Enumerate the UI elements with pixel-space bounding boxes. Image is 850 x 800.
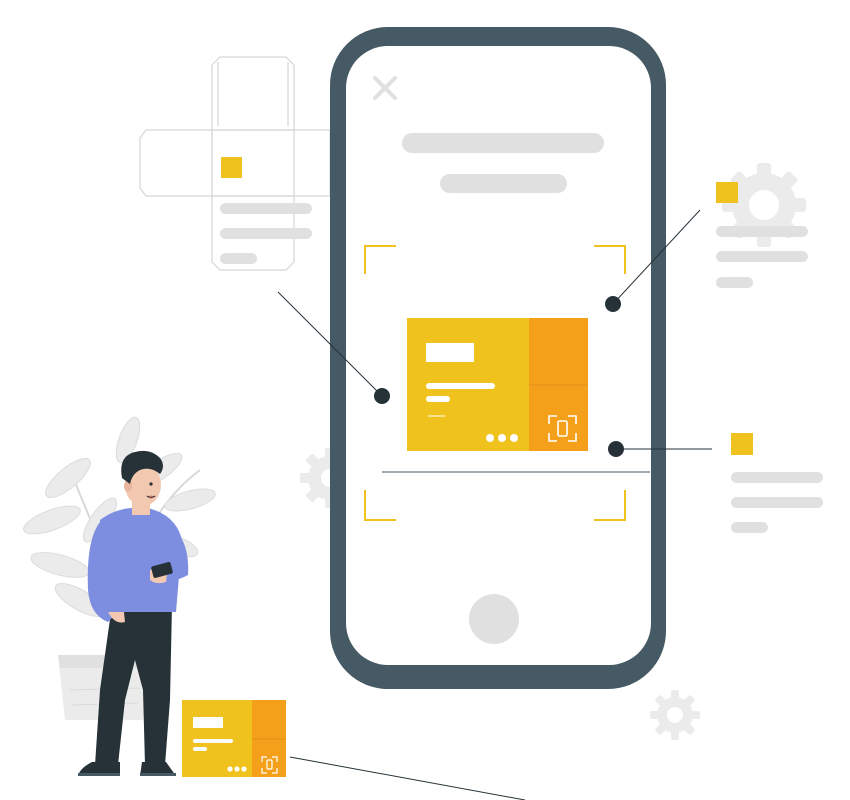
scan-package-illustration [23, 27, 823, 800]
package-line-placeholder [426, 396, 450, 402]
callout-right [731, 433, 823, 533]
package-card[interactable] [407, 318, 588, 451]
background-gear-icon-right [650, 690, 700, 740]
floor-package[interactable] [182, 700, 286, 777]
subtitle-placeholder [440, 174, 567, 193]
title-placeholder [402, 133, 604, 153]
more-dots-icon [486, 434, 518, 442]
package-line-placeholder [426, 383, 495, 389]
callout-left [220, 157, 312, 264]
illustration-stage [0, 0, 850, 800]
more-dots-icon [227, 766, 247, 772]
home-button-icon[interactable] [469, 594, 519, 644]
package-label-placeholder [426, 343, 474, 362]
